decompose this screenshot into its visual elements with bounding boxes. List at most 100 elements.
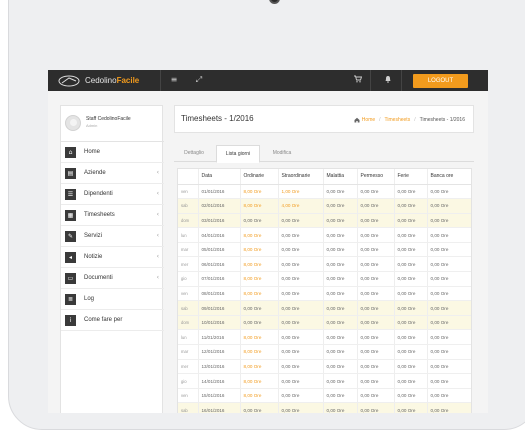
cell-ord: 8,00 Ore (240, 388, 279, 404)
cell-fer: 0,00 Ore (394, 359, 428, 375)
sidebar-item-dipendenti[interactable]: ☰ Dipendenti ‹ (61, 184, 164, 205)
cell-str: 0,00 Ore (278, 213, 324, 229)
sidebar: Staff CedolinoFacile Admin ⌂ Home ▤ Aziende… (60, 105, 164, 413)
table-row[interactable]: sab 02/01/2016 8,00 Ore 4,00 Ore 0,00 Ore 0,0… (178, 198, 471, 214)
bell-glyph (385, 76, 391, 83)
cell-day: lun (178, 227, 199, 243)
column-header[interactable]: Malattia (323, 169, 358, 185)
cell-day: ven (178, 286, 199, 302)
table-row[interactable]: lun 04/01/2016 8,00 Ore 0,00 Ore 0,00 Ore 0,0… (178, 227, 471, 243)
cell-str: 0,00 Ore (278, 242, 324, 258)
table-row[interactable]: mer 13/01/2016 8,00 Ore 0,00 Ore 0,00 Ore 0,0… (178, 359, 471, 375)
column-header[interactable]: Ferie (394, 169, 428, 185)
user-profile[interactable]: Staff CedolinoFacile Admin (61, 106, 164, 142)
table-row[interactable]: dom 03/01/2016 0,00 Ore 0,00 Ore 0,00 Ore 0,0… (178, 213, 471, 229)
logo-mark-icon (58, 75, 80, 86)
cell-mal: 0,00 Ore (323, 242, 358, 258)
cell-day: mer (178, 256, 199, 273)
sidebar-item-aziende[interactable]: ▤ Aziende ‹ (61, 163, 164, 184)
cell-day: sab (178, 198, 199, 214)
users-icon: ☰ (65, 188, 76, 200)
cell-per: 0,00 Ore (357, 227, 395, 243)
cell-date: 07/01/2016 (198, 271, 241, 287)
cell-banca: 0,00 Ore (427, 373, 471, 389)
breadcrumb-home[interactable]: Home (362, 117, 375, 123)
cell-date: 15/01/2016 (198, 388, 241, 404)
table-body: ven 01/01/2016 8,00 Ore 1,00 Ore 0,00 Ore 0,0… (178, 184, 471, 413)
cell-mal: 0,00 Ore (323, 402, 358, 413)
tab-lista-giorni[interactable]: Lista giorni (216, 145, 260, 163)
sidebar-item-label: Timesheets (84, 212, 115, 218)
sidebar-item-timesheets[interactable]: ▦ Timesheets ‹ (61, 205, 164, 226)
table-row[interactable]: sab 16/01/2016 0,00 Ore 0,00 Ore 0,00 Ore 0,0… (178, 402, 471, 413)
cell-per: 0,00 Ore (357, 402, 395, 413)
column-header[interactable]: Straordinarie (278, 169, 324, 185)
cell-ord: 8,00 Ore (240, 198, 279, 214)
sidebar-item-documenti[interactable]: ▭ Documenti ‹ (61, 268, 164, 289)
cell-day: lun (178, 329, 199, 346)
table-row[interactable]: ven 01/01/2016 8,00 Ore 1,00 Ore 0,00 Ore 0,0… (178, 184, 471, 200)
sidebar-item-label: Notizie (84, 254, 103, 260)
divider (160, 70, 161, 91)
briefcase-icon: ▤ (65, 167, 76, 179)
brand-accent: Facile (116, 76, 140, 85)
menu-icon[interactable]: ≡ (169, 75, 179, 85)
cell-per: 0,00 Ore (357, 213, 395, 229)
bell-icon[interactable] (383, 75, 393, 85)
sidebar-item-log[interactable]: ≣ Log (61, 289, 164, 310)
cell-str: 4,00 Ore (278, 198, 324, 214)
cell-ord: 8,00 Ore (240, 344, 279, 360)
column-header[interactable]: Ordinarie (240, 169, 279, 185)
cell-ord: 0,00 Ore (240, 300, 279, 316)
sidebar-item-label: Log (84, 296, 95, 302)
column-header[interactable] (178, 169, 199, 185)
info-icon: i (65, 314, 76, 326)
cell-banca: 0,00 Ore (427, 402, 471, 413)
cell-per: 0,00 Ore (357, 373, 395, 389)
tab-dettaglio[interactable]: Dettaglio (174, 145, 214, 162)
sidebar-item-come-fare-per[interactable]: i Come fare per (61, 310, 164, 331)
table-row[interactable]: mer 06/01/2016 8,00 Ore 0,00 Ore 0,00 Ore 0,0… (178, 256, 471, 273)
breadcrumb-section[interactable]: Timesheets (385, 117, 411, 123)
cell-banca: 0,00 Ore (427, 300, 471, 316)
cell-banca: 0,00 Ore (427, 388, 471, 404)
table-row[interactable]: dom 10/01/2016 0,00 Ore 0,00 Ore 0,00 Ore 0,0… (178, 315, 471, 331)
tab-bar: Dettaglio Lista giorni Modifica (174, 145, 474, 163)
cell-ord: 8,00 Ore (240, 271, 279, 287)
table-row[interactable]: gio 14/01/2016 8,00 Ore 0,00 Ore 0,00 Ore 0,0… (178, 373, 471, 389)
sidebar-item-notizie[interactable]: ◂ Notizie ‹ (61, 247, 164, 268)
column-header[interactable]: Banca ore (427, 169, 471, 185)
cell-str: 0,00 Ore (278, 300, 324, 316)
table-row[interactable]: mar 12/01/2016 8,00 Ore 0,00 Ore 0,00 Ore 0,0… (178, 344, 471, 360)
tab-modifica[interactable]: Modifica (262, 145, 302, 162)
chevron-left-icon: ‹ (156, 274, 159, 281)
sidebar-item-servizi[interactable]: ✎ Servizi ‹ (61, 226, 164, 247)
cell-mal: 0,00 Ore (323, 256, 358, 273)
cell-date: 02/01/2016 (198, 198, 241, 214)
table-row[interactable]: sab 09/01/2016 0,00 Ore 0,00 Ore 0,00 Ore 0,0… (178, 300, 471, 316)
cell-str: 0,00 Ore (278, 359, 324, 375)
table-row[interactable]: lun 11/01/2016 8,00 Ore 0,00 Ore 0,00 Ore 0,0… (178, 329, 471, 346)
sidebar-item-home[interactable]: ⌂ Home (61, 142, 164, 163)
expand-icon[interactable]: ⤢ (194, 75, 204, 85)
table-row[interactable]: ven 08/01/2016 8,00 Ore 0,00 Ore 0,00 Ore 0,0… (178, 286, 471, 302)
app-logo[interactable]: CedolinoFacile (58, 74, 139, 87)
table-row[interactable]: ven 15/01/2016 8,00 Ore 0,00 Ore 0,00 Ore 0,0… (178, 388, 471, 404)
logout-button[interactable]: LOGOUT (413, 74, 468, 88)
cell-ord: 8,00 Ore (240, 286, 279, 302)
table-row[interactable]: mar 05/01/2016 8,00 Ore 0,00 Ore 0,00 Ore 0,0… (178, 242, 471, 258)
cell-day: sab (178, 402, 199, 413)
cart-icon[interactable] (353, 75, 363, 85)
cell-per: 0,00 Ore (357, 359, 395, 375)
cell-per: 0,00 Ore (357, 300, 395, 316)
column-header[interactable]: Permesso (357, 169, 395, 185)
cell-str: 0,00 Ore (278, 271, 324, 287)
brand-name: CedolinoFacile (85, 76, 139, 85)
table-row[interactable]: gio 07/01/2016 8,00 Ore 0,00 Ore 0,00 Ore 0,0… (178, 271, 471, 287)
cell-date: 13/01/2016 (198, 359, 241, 375)
avatar (65, 115, 81, 131)
cell-mal: 0,00 Ore (323, 359, 358, 375)
cell-day: gio (178, 373, 199, 389)
column-header[interactable]: Data (198, 169, 241, 185)
cell-banca: 0,00 Ore (427, 315, 471, 331)
